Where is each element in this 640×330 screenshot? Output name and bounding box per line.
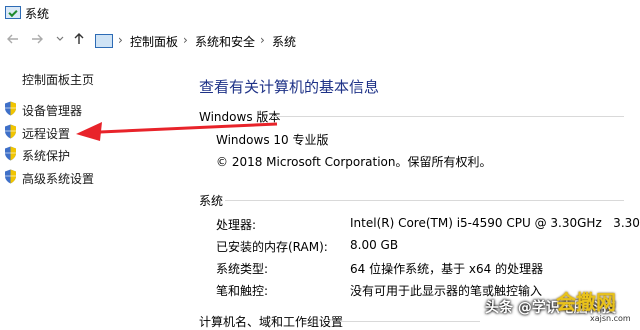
breadcrumb-system[interactable]: 系统 [272,33,296,50]
control-panel-icon [95,34,113,48]
window-title: 系统 [25,7,50,21]
copyright-text: © 2018 Microsoft Corporation。保留所有权利。 [216,155,492,169]
breadcrumb-system-security[interactable]: 系统和安全 [195,33,255,50]
recent-locations-button[interactable] [55,32,65,50]
windows-edition-name: Windows 10 专业版 [216,133,329,147]
divider [272,116,624,117]
processor-label: 处理器: [216,218,257,232]
system-type-label: 系统类型: [216,262,269,276]
sidebar-item-remote-settings[interactable]: 远程设置 [22,125,70,142]
ram-value: 8.00 GB [350,238,399,252]
up-button[interactable] [72,32,86,50]
shield-icon [5,146,16,161]
title-bar: 系统 [0,0,640,26]
processor-value: Intel(R) Core(TM) i5-4590 CPU @ 3.30GHz … [350,216,640,230]
computer-name-group-label: 计算机名、域和工作组设置 [199,315,344,329]
windows-edition-group-label: Windows 版本 [199,110,281,124]
back-button[interactable] [6,32,20,50]
system-app-icon [5,6,21,19]
arrow-left-icon [7,34,18,44]
ram-label: 已安装的内存(RAM): [216,240,328,254]
arrow-right-icon [32,34,43,44]
chevron-down-icon [56,36,64,41]
shield-icon [5,101,16,116]
divider [225,200,624,201]
shield-icon [5,124,16,139]
sidebar-item-advanced-settings[interactable]: 高级系统设置 [22,170,94,187]
breadcrumb-control-panel[interactable]: 控制面板 [130,33,178,50]
breadcrumb-separator: › [260,33,265,47]
sidebar-item-system-protection[interactable]: 系统保护 [22,147,70,164]
system-type-value: 64 位操作系统，基于 x64 的处理器 [350,262,544,276]
divider [340,321,480,322]
shield-icon [5,169,16,184]
system-group-label: 系统 [199,194,224,208]
arrow-up-icon [74,33,84,44]
page-title: 查看有关计算机的基本信息 [199,78,380,96]
control-panel-home-link[interactable]: 控制面板主页 [22,71,94,88]
forward-button[interactable] [30,32,44,50]
breadcrumb-separator: › [183,33,188,47]
breadcrumb-separator: › [118,33,123,47]
pen-touch-label: 笔和触控: [216,284,269,298]
watermark-logo: 会撒网 [556,290,616,314]
watermark-url: xajsn.com [590,314,631,323]
